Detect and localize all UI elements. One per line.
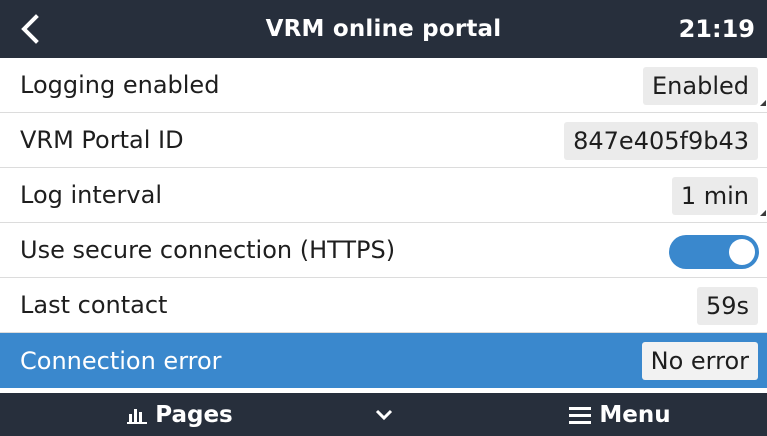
- row-label: Last contact: [20, 291, 168, 319]
- row-label: VRM Portal ID: [20, 126, 184, 154]
- pages-label: Pages: [155, 401, 233, 428]
- log-interval-value[interactable]: 1 min: [671, 177, 758, 215]
- row-log-interval[interactable]: Log interval 1 min: [0, 168, 767, 223]
- header-bar: VRM online portal 21:19: [0, 0, 767, 58]
- menu-label: Menu: [599, 401, 671, 428]
- row-secure-connection[interactable]: Use secure connection (HTTPS): [0, 223, 767, 278]
- row-label: Use secure connection (HTTPS): [20, 236, 396, 264]
- submenu-indicator: [760, 100, 766, 106]
- menu-button[interactable]: Menu: [540, 393, 700, 436]
- footer-bar: Pages Menu: [0, 393, 767, 436]
- last-contact-value: 59s: [696, 287, 758, 325]
- screen: VRM online portal 21:19 Logging enabled …: [0, 0, 767, 436]
- bar-chart-icon: [127, 408, 148, 424]
- page-title: VRM online portal: [265, 16, 502, 42]
- hamburger-icon: [569, 406, 592, 424]
- pages-button[interactable]: Pages: [100, 393, 260, 436]
- connection-error-value: No error: [641, 342, 758, 380]
- clock: 21:19: [678, 15, 755, 43]
- https-toggle[interactable]: [669, 235, 759, 269]
- row-vrm-portal-id[interactable]: VRM Portal ID 847e405f9b43: [0, 113, 767, 168]
- submenu-indicator: [760, 210, 766, 216]
- chevron-down-icon: [375, 409, 393, 420]
- logging-enabled-value[interactable]: Enabled: [643, 67, 758, 105]
- settings-list: Logging enabled Enabled VRM Portal ID 84…: [0, 58, 767, 388]
- row-last-contact[interactable]: Last contact 59s: [0, 278, 767, 333]
- scroll-down-button[interactable]: [364, 393, 404, 436]
- row-connection-error[interactable]: Connection error No error: [0, 333, 767, 388]
- row-label: Logging enabled: [20, 71, 220, 99]
- toggle-knob: [729, 239, 755, 265]
- row-label: Log interval: [20, 181, 162, 209]
- row-label: Connection error: [20, 346, 222, 375]
- row-logging-enabled[interactable]: Logging enabled Enabled: [0, 58, 767, 113]
- portal-id-value: 847e405f9b43: [564, 122, 758, 160]
